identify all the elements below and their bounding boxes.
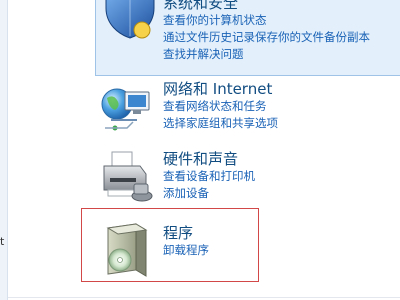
pane-divider (7, 0, 8, 300)
link-view-network-status[interactable]: 查看网络状态和任务 (163, 98, 278, 115)
network-globe-icon (97, 82, 157, 142)
link-view-computer-status[interactable]: 查看你的计算机状态 (163, 12, 370, 29)
highlight-annotation-box (81, 208, 259, 282)
left-navigation-pane (0, 0, 7, 300)
left-pane-text-fragment: t (0, 235, 5, 248)
category-title-system-security[interactable]: 系统和安全 (163, 0, 370, 12)
category-title-network-internet[interactable]: 网络和 Internet (163, 80, 278, 98)
category-title-hardware-sound[interactable]: 硬件和声音 (163, 150, 255, 168)
link-devices-printers[interactable]: 查看设备和打印机 (163, 168, 255, 185)
link-homegroup-sharing[interactable]: 选择家庭组和共享选项 (163, 115, 278, 132)
link-troubleshoot[interactable]: 查找并解决问题 (163, 46, 370, 63)
printer-icon (100, 150, 160, 210)
shield-icon (102, 0, 162, 58)
bottom-divider (8, 297, 400, 298)
link-add-device[interactable]: 添加设备 (163, 185, 255, 202)
link-file-history-backup[interactable]: 通过文件历史记录保存你的文件备份副本 (163, 29, 370, 46)
